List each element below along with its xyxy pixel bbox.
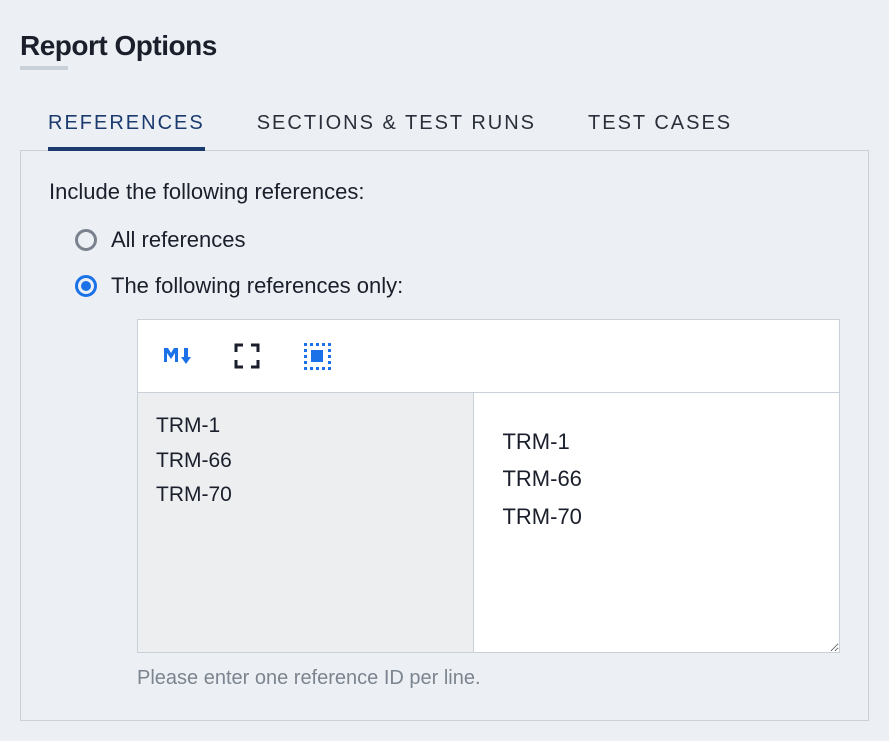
radio-all-references-label: All references bbox=[111, 227, 246, 253]
title-underline bbox=[20, 66, 68, 70]
markdown-icon[interactable] bbox=[162, 341, 192, 371]
references-prompt: Include the following references: bbox=[49, 179, 840, 205]
editor-body: TRM-1 TRM-66 TRM-70 TRM-1 TRM-66 TRM-70 bbox=[137, 393, 840, 653]
references-editor: TRM-1 TRM-66 TRM-70 TRM-1 TRM-66 TRM-70 … bbox=[137, 319, 840, 690]
tab-bar: REFERENCES SECTIONS & TEST RUNS TEST CAS… bbox=[20, 106, 869, 151]
references-panel: Include the following references: All re… bbox=[20, 150, 869, 721]
editor-hint: Please enter one reference ID per line. bbox=[137, 667, 840, 690]
radio-dot-icon bbox=[81, 281, 91, 291]
radio-circle-selected-icon bbox=[75, 275, 97, 297]
references-source-input[interactable]: TRM-1 TRM-66 TRM-70 bbox=[138, 393, 474, 652]
fullscreen-icon[interactable] bbox=[232, 341, 262, 371]
radio-following-only-label: The following references only: bbox=[111, 273, 403, 299]
radio-following-only[interactable]: The following references only: bbox=[75, 273, 840, 299]
tab-test-cases[interactable]: TEST CASES bbox=[588, 106, 732, 151]
tab-sections-test-runs[interactable]: SECTIONS & TEST RUNS bbox=[257, 106, 536, 151]
page-title: Report Options bbox=[20, 30, 869, 62]
radio-circle-icon bbox=[75, 229, 97, 251]
tab-references[interactable]: REFERENCES bbox=[48, 106, 205, 151]
references-preview[interactable]: TRM-1 TRM-66 TRM-70 bbox=[474, 393, 839, 652]
select-all-icon[interactable] bbox=[302, 341, 332, 371]
radio-all-references[interactable]: All references bbox=[75, 227, 840, 253]
editor-toolbar bbox=[137, 319, 840, 393]
